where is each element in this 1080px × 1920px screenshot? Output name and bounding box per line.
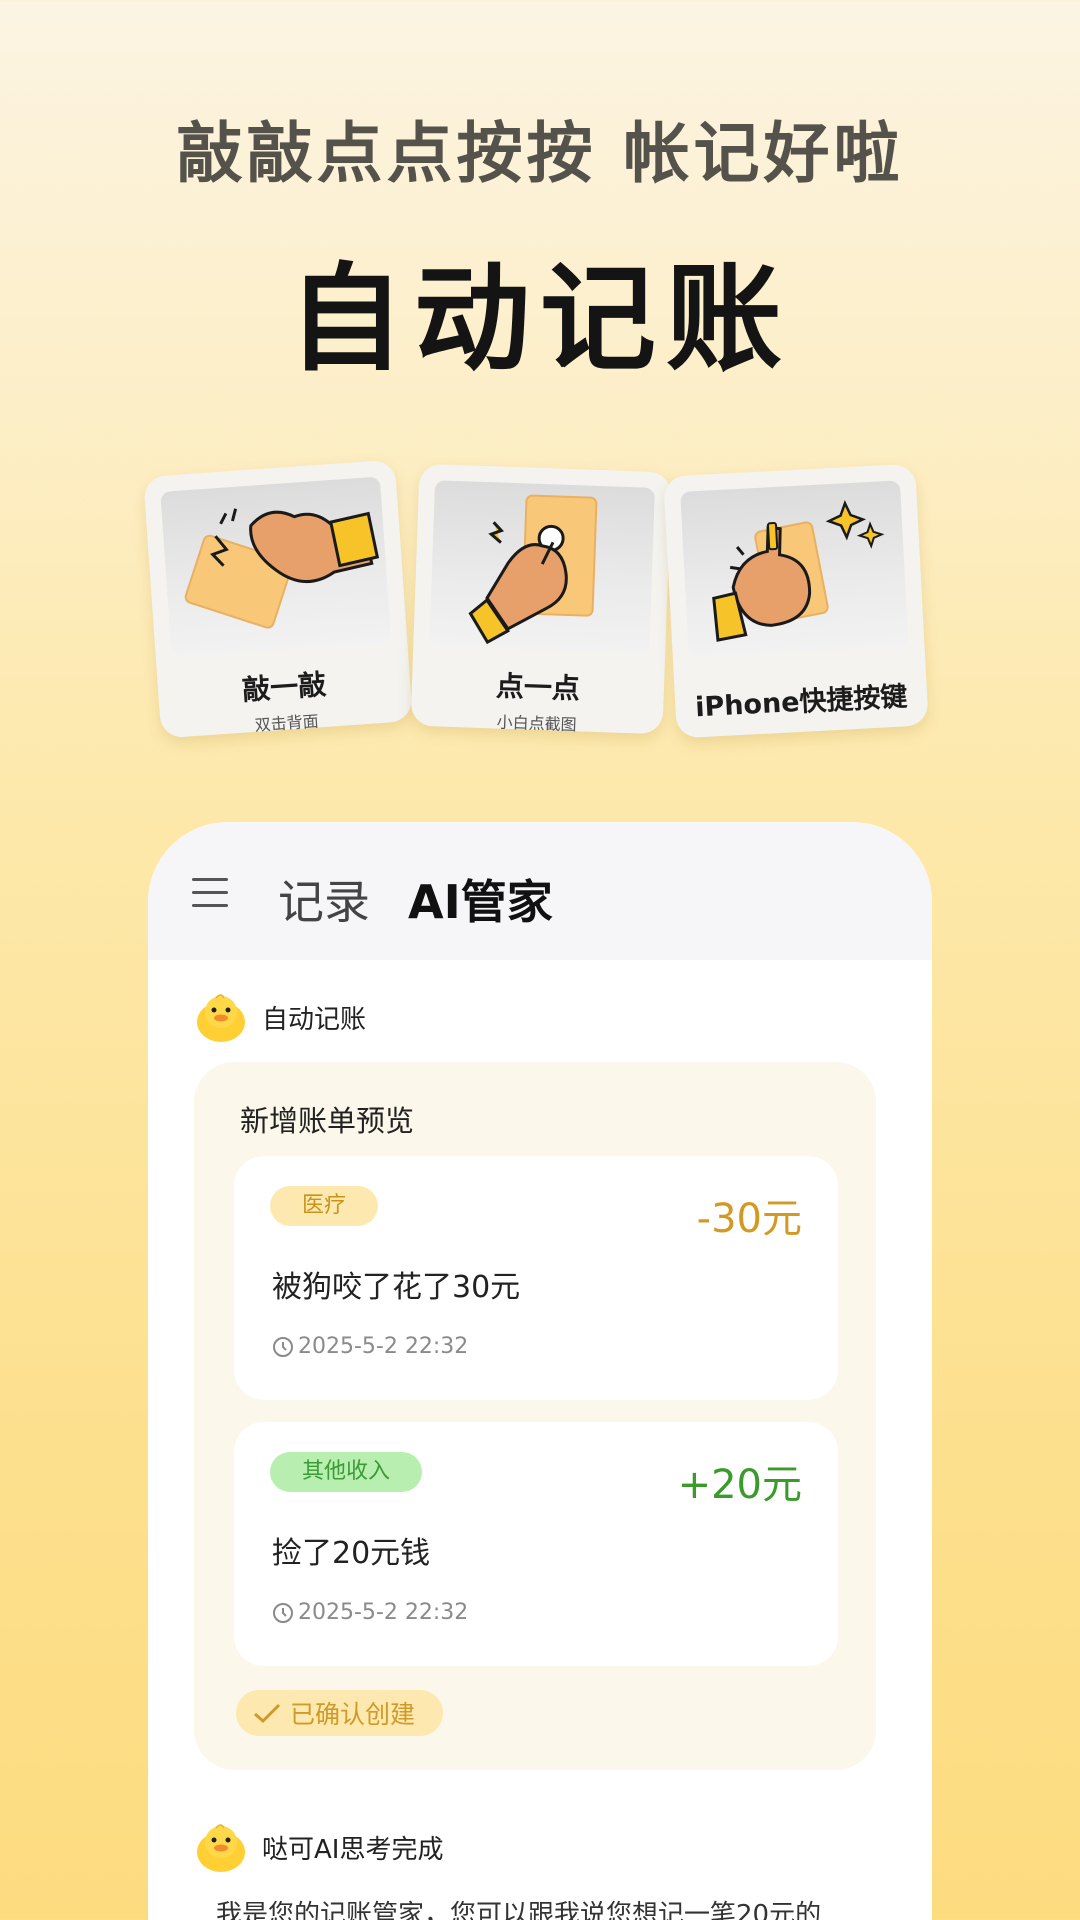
tab-ai-butler[interactable]: AI管家 [408,866,553,932]
menu-icon[interactable] [192,878,228,907]
app-header: 记录 AI管家 [148,822,932,960]
feature-subtitle: 小白点截图 [496,712,577,735]
feature-title: iPhone快捷按键 [694,681,909,724]
bill-amount: -30元 [696,1196,802,1242]
bill-time: 2025-5-2 22:32 [272,1334,468,1359]
tab-record[interactable]: 记录 [278,866,370,932]
confirm-label: 已确认创建 [290,1700,416,1729]
ai-message: 我是您的记账管家，您可以跟我说您想记一笔20元的 [216,1900,822,1920]
clock-icon [273,1602,293,1623]
bill-card[interactable]: 医疗 -30元 被狗咬了花了30元 2025-5-2 22:32 [234,1156,838,1400]
bill-description: 捡了20元钱 [272,1536,431,1571]
headline: 自动记账 [288,252,792,387]
duck-avatar-icon [197,994,245,1042]
assistive-touch-illustration [429,480,655,654]
bot-name: 哒可AI思考完成 [262,1834,444,1865]
preview-title: 新增账单预览 [240,1104,415,1138]
shortcut-illustration [680,480,909,658]
bill-preview-panel: 新增账单预览 医疗 -30元 被狗咬了花了30元 2025-5-2 22:32 … [194,1062,876,1770]
feature-card-tap-back[interactable]: 敲一敲 双击背面 [143,459,413,739]
bill-time-text: 2025-5-2 22:32 [298,1334,469,1359]
bot-header-ai-done: 哒可AI思考完成 [194,1820,443,1874]
subtitle: 敲敲点点按按 帐记好啦 [176,115,904,192]
bill-time: 2025-5-2 22:32 [272,1600,468,1625]
bill-card[interactable]: 其他收入 +20元 捡了20元钱 2025-5-2 22:32 [234,1422,838,1666]
bill-amount: +20元 [677,1462,802,1508]
bill-time-text: 2025-5-2 22:32 [298,1600,469,1625]
feature-card-assistive-touch[interactable]: 点一点 小白点截图 [410,463,672,735]
clock-icon [273,1336,293,1357]
checkmark-icon [254,1703,281,1724]
category-tag: 医疗 [270,1186,379,1226]
phone-screen: 记录 AI管家 自动记账 新增账单预览 医疗 -30元 被狗咬了花了30元 20… [148,822,932,1920]
bill-description: 被狗咬了花了30元 [272,1270,521,1305]
category-tag: 其他收入 [270,1452,423,1492]
bot-name: 自动记账 [262,1004,367,1035]
duck-avatar-icon [197,1824,245,1872]
feature-title: 点一点 [495,669,581,706]
confirmed-badge: 已确认创建 [236,1690,444,1736]
feature-card-shortcut[interactable]: iPhone快捷按键 [663,463,929,739]
tap-back-illustration [160,476,392,658]
bot-header-auto-record: 自动记账 [194,990,366,1044]
